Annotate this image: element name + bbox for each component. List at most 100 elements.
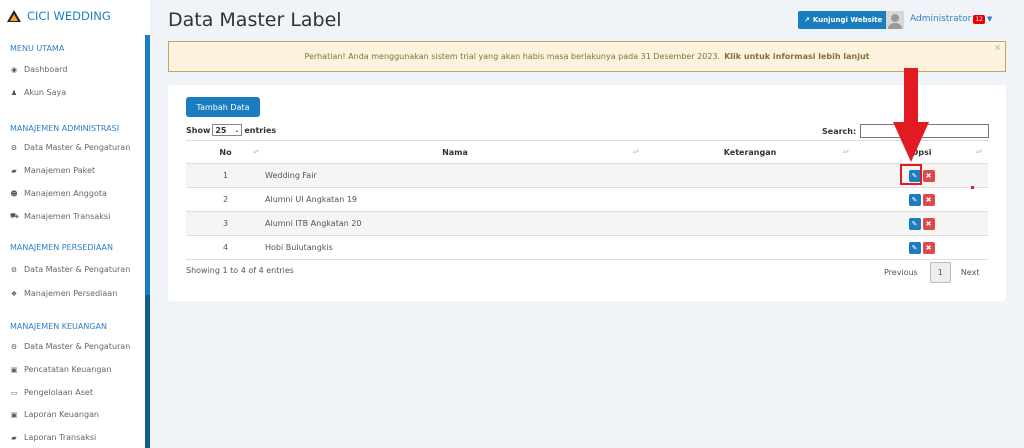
edit-button[interactable]: ✎ [908,217,921,230]
cell-keterangan [645,187,855,212]
cogs-icon: ⚙ [10,143,18,152]
sidebar-section-title: MANAJEMEN PERSEDIAAN [10,243,113,252]
cell-nama: Alumni UI Angkatan 19 [265,187,645,212]
brand[interactable]: CICI WEDDING [7,9,111,23]
cell-opsi: ✎ ✖ [855,187,988,212]
edit-button[interactable]: ✎ [908,241,921,254]
sort-icon: ▴▾ [842,147,849,155]
sidebar-item[interactable]: ♟ Akun Saya [10,88,66,97]
sidebar-section-title: MANAJEMEN KEUANGAN [10,322,107,331]
column-nama[interactable]: Nama ▴▾ [265,140,645,164]
annotation-dot [971,186,974,189]
sidebar-item[interactable]: ☻ Manajemen Anggota [10,189,107,198]
user-name: Administrator [910,14,972,24]
sort-icon: ▴▾ [975,147,982,155]
alert-info-link[interactable]: Klik untuk informasi lebih lanjut [724,52,869,61]
delete-button[interactable]: ✖ [922,193,935,206]
users-icon: ☻ [10,189,18,198]
previous-button[interactable]: Previous [884,268,918,277]
column-no[interactable]: No ▴▾ [186,140,265,164]
sidebar-item[interactable]: ⚙ Data Master & Pengaturan [10,143,130,152]
add-data-button[interactable]: Tambah Data [186,97,260,117]
pagination: Previous 1 Next [884,262,979,283]
sidebar-item[interactable]: ◉ Dashboard [10,65,67,74]
cell-opsi: ✎ ✖ [855,211,988,236]
cell-keterangan [645,211,855,236]
sidebar-scrollbar[interactable] [145,35,150,295]
cell-keterangan [645,235,855,260]
page-title: Data Master Label [168,9,342,31]
sidebar-item[interactable]: ⚙ Data Master & Pengaturan [10,265,130,274]
delete-button[interactable]: ✖ [922,169,935,182]
cell-nama: Alumni ITB Angkatan 20 [265,211,645,236]
cell-no: 2 [186,187,265,212]
sidebar-item[interactable]: ▣ Pencatatan Keuangan [10,365,112,374]
table-row: 1 Wedding Fair ✎ ✖ [186,163,988,188]
delete-button[interactable]: ✖ [922,217,935,230]
cell-nama: Wedding Fair [265,163,645,188]
money-icon: ▣ [10,365,18,374]
chevron-down-icon: ⌄ [234,126,240,134]
visit-website-button[interactable]: ↗ Kunjungi Website [798,11,889,29]
delete-button[interactable]: ✖ [922,241,935,254]
length-control: Show 25 ⌄ entries [186,124,277,136]
cogs-icon: ⚙ [10,265,18,274]
cell-opsi: ✎ ✖ [855,235,988,260]
globe-icon: ◉ [10,65,18,74]
sidebar-item[interactable]: ⚙ Data Master & Pengaturan [10,342,130,351]
pencil-icon: ✎ [911,243,918,252]
sidebar-item[interactable]: ▰ Manajemen Paket [10,166,95,175]
cubes-icon: ❖ [10,289,18,298]
cell-no: 3 [186,211,265,236]
sort-icon: ▴▾ [252,147,259,155]
sidebar-item[interactable]: ❖ Manajemen Persediaan [10,289,117,298]
trial-alert: Perhatian! Anda menggunakan sistem trial… [168,41,1006,72]
cell-no: 4 [186,235,265,260]
book-icon: ▰ [11,166,17,175]
table-row: 3 Alumni ITB Angkatan 20 ✎ ✖ [186,211,988,236]
cell-no: 1 [186,163,265,188]
times-circle-icon: ✖ [925,219,932,228]
pencil-icon: ✎ [911,195,918,204]
times-circle-icon: ✖ [925,243,932,252]
data-table: No ▴▾ Nama ▴▾ Keterangan ▴▾ Opsi ▴▾ 1 Wedding… [186,140,988,260]
user-icon: ♟ [10,88,18,97]
pencil-icon: ✎ [911,219,918,228]
sidebar-scrollbar-track[interactable] [145,295,150,448]
notification-badge: 12 [973,14,985,24]
money-icon: ▣ [10,410,18,419]
page-1-button[interactable]: 1 [929,262,951,283]
sidebar-item[interactable]: ⛟ Manajemen Transaksi [10,212,110,221]
annotation-highlight-box [900,164,922,185]
table-row: 2 Alumni UI Angkatan 19 ✎ ✖ [186,187,988,212]
sidebar-section-title: MANAJEMEN ADMINISTRASI [10,124,120,133]
cell-keterangan [645,163,855,188]
laptop-icon: ▭ [10,388,18,397]
next-button[interactable]: Next [961,268,980,277]
table-row: 4 Hobi Bulutangkis ✎ ✖ [186,235,988,260]
sidebar-section-title: MENU UTAMA [10,44,65,53]
times-circle-icon: ✖ [925,171,932,180]
book-icon: ▰ [11,433,17,442]
user-menu[interactable]: Administrator 12 ▼ [910,14,992,24]
external-link-icon: ↗ [804,16,810,24]
sort-icon: ▴▾ [632,147,639,155]
logo-icon [7,10,21,22]
table-info: Showing 1 to 4 of 4 entries [186,266,294,275]
brand-name: CICI WEDDING [27,9,111,23]
cart-icon: ⛟ [10,212,19,220]
caret-down-icon: ▼ [987,15,993,23]
cogs-icon: ⚙ [10,342,18,351]
cell-nama: Hobi Bulutangkis [265,235,645,260]
sidebar-item[interactable]: ▰ Laporan Transaksi [10,433,96,442]
sidebar-item[interactable]: ▣ Laporan Keuangan [10,410,99,419]
avatar[interactable] [886,11,904,29]
sidebar: CICI WEDDING MENU UTAMA ◉ Dashboard ♟ Akun S… [0,0,150,448]
column-keterangan[interactable]: Keterangan ▴▾ [645,140,855,164]
close-icon[interactable]: × [994,43,1001,52]
annotation-arrow-icon [893,68,929,162]
length-select[interactable]: 25 ⌄ [212,124,243,136]
edit-button[interactable]: ✎ [908,193,921,206]
times-circle-icon: ✖ [925,195,932,204]
sidebar-item[interactable]: ▭ Pengelolaan Aset [10,388,93,397]
